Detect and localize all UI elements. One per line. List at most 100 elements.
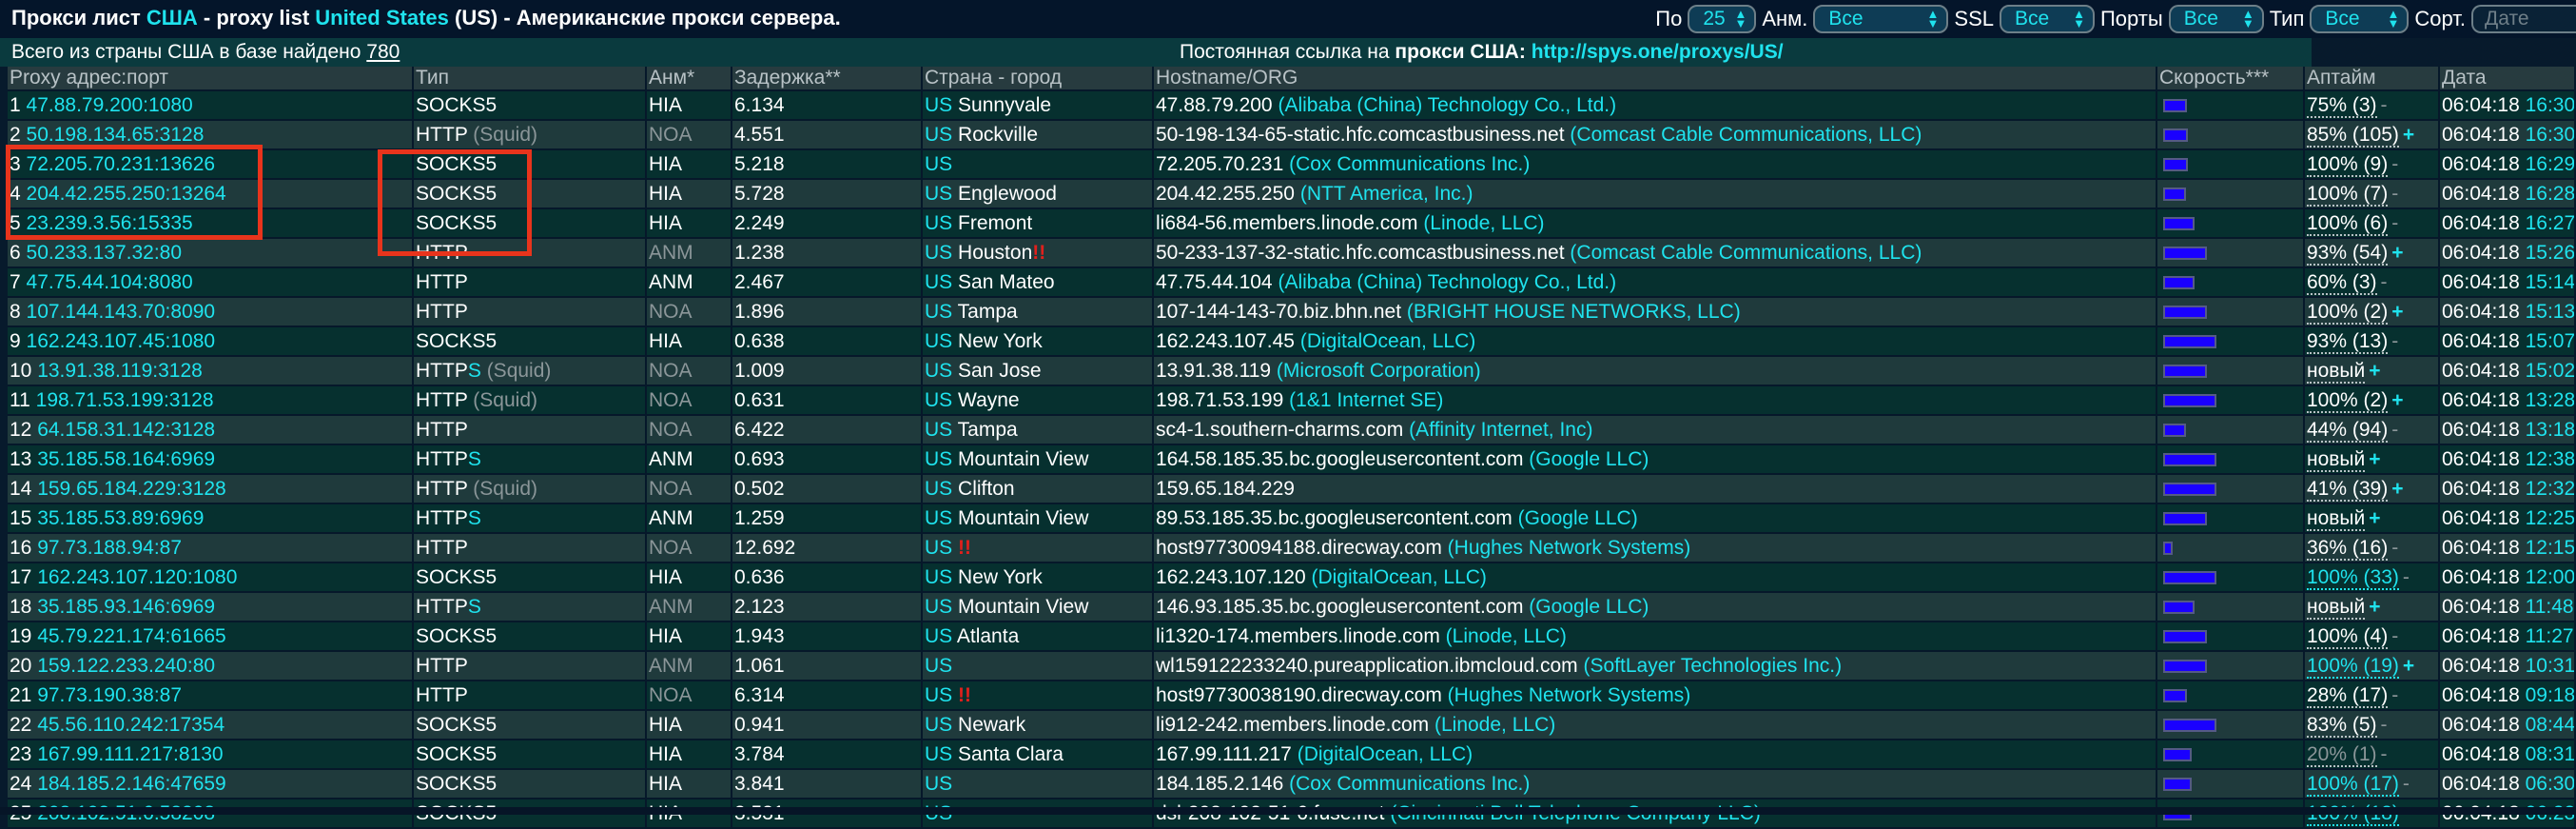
uptime-toggle[interactable]: + <box>2369 507 2380 529</box>
country-code[interactable]: US <box>925 242 952 264</box>
uptime-link[interactable]: новый <box>2307 506 2366 531</box>
uptime-link[interactable]: 100% (7) <box>2307 182 2389 207</box>
uptime-toggle[interactable]: - <box>2403 773 2410 795</box>
uptime-link[interactable]: 100% (17) <box>2307 772 2399 797</box>
col-date[interactable]: Дата <box>2440 67 2576 91</box>
type-select[interactable]: Все ▲ ▼ <box>2310 5 2410 33</box>
country-code[interactable]: US <box>925 212 952 234</box>
proxy-address[interactable]: 167.99.111.217:8130 <box>37 743 223 765</box>
country-code[interactable]: US <box>925 94 952 116</box>
country-code[interactable]: US <box>925 743 952 765</box>
uptime-link[interactable]: 100% (9) <box>2307 152 2389 177</box>
uptime-toggle[interactable]: + <box>2391 389 2403 411</box>
country-code[interactable]: US <box>925 478 952 500</box>
uptime-toggle[interactable]: - <box>2391 684 2398 706</box>
uptime-toggle[interactable]: + <box>2369 448 2380 470</box>
country-code[interactable]: US <box>925 301 952 323</box>
country-code[interactable]: US <box>925 271 952 293</box>
uptime-toggle[interactable]: - <box>2391 183 2398 205</box>
per-page-select[interactable]: 25 ▲ ▼ <box>1688 5 1757 33</box>
found-count-link[interactable]: 780 <box>366 41 400 63</box>
uptime-link[interactable]: 100% (19) <box>2307 654 2399 679</box>
uptime-toggle[interactable]: + <box>2369 360 2380 382</box>
country-code[interactable]: US <box>925 714 952 736</box>
permalink-url[interactable]: http://spys.one/proxys/US/ <box>1532 41 1784 63</box>
country-code[interactable]: US <box>925 566 952 588</box>
proxy-address[interactable]: 72.205.70.231:13626 <box>27 153 216 175</box>
uptime-toggle[interactable]: - <box>2391 419 2398 441</box>
uptime-link[interactable]: новый <box>2307 359 2366 384</box>
uptime-link[interactable]: 100% (2) <box>2307 300 2389 325</box>
uptime-toggle[interactable]: - <box>2381 714 2388 736</box>
proxy-address[interactable]: 198.71.53.199:3128 <box>36 389 214 411</box>
uptime-toggle[interactable]: - <box>2391 153 2398 175</box>
country-code[interactable]: US <box>925 124 952 146</box>
uptime-toggle[interactable]: - <box>2391 212 2398 234</box>
uptime-link[interactable]: 28% (17) <box>2307 683 2389 708</box>
uptime-toggle[interactable]: + <box>2391 478 2403 500</box>
country-code[interactable]: US <box>925 389 952 411</box>
proxy-address[interactable]: 64.158.31.142:3128 <box>37 419 215 441</box>
proxy-address[interactable]: 35.185.58.164:6969 <box>37 448 215 470</box>
uptime-link[interactable]: новый <box>2307 595 2366 620</box>
uptime-link[interactable]: 41% (39) <box>2307 477 2389 502</box>
country-code[interactable]: US <box>925 684 952 706</box>
proxy-address[interactable]: 50.198.134.65:3128 <box>27 124 205 146</box>
country-code[interactable]: US <box>925 183 952 205</box>
uptime-link[interactable]: 83% (5) <box>2307 713 2377 738</box>
uptime-toggle[interactable]: + <box>2391 301 2403 323</box>
ssl-select[interactable]: Все ▲ ▼ <box>1999 5 2095 33</box>
uptime-link[interactable]: 20% (1) <box>2307 742 2377 767</box>
uptime-toggle[interactable]: - <box>2381 94 2388 116</box>
uptime-link[interactable]: 100% (6) <box>2307 211 2389 236</box>
country-code[interactable]: US <box>925 507 952 529</box>
proxy-address[interactable]: 45.56.110.242:17354 <box>37 714 224 736</box>
country-code[interactable]: US <box>925 537 952 559</box>
uptime-link[interactable]: 36% (16) <box>2307 536 2389 561</box>
country-code[interactable]: US <box>925 419 952 441</box>
uptime-toggle[interactable]: - <box>2381 743 2388 765</box>
proxy-address[interactable]: 159.122.233.240:80 <box>37 655 215 677</box>
uptime-link[interactable]: 60% (3) <box>2307 270 2377 295</box>
uptime-toggle[interactable]: - <box>2381 271 2388 293</box>
col-anm[interactable]: Анм* <box>647 67 732 91</box>
proxy-address[interactable]: 97.73.188.94:87 <box>37 537 182 559</box>
uptime-toggle[interactable]: + <box>2369 596 2380 618</box>
country-code[interactable]: US <box>925 330 952 352</box>
uptime-link[interactable]: 100% (4) <box>2307 624 2389 649</box>
col-proxy[interactable]: Proxy адрес:порт <box>8 67 414 91</box>
proxy-address[interactable]: 47.75.44.104:8080 <box>27 271 193 293</box>
country-code[interactable]: US <box>925 773 952 795</box>
proxy-address[interactable]: 45.79.221.174:61665 <box>37 625 226 647</box>
country-code[interactable]: US <box>925 448 952 470</box>
uptime-link[interactable]: 100% (2) <box>2307 388 2389 413</box>
ports-select[interactable]: Все ▲ ▼ <box>2168 5 2264 33</box>
uptime-toggle[interactable]: - <box>2403 566 2410 588</box>
proxy-address[interactable]: 50.233.137.32:80 <box>27 242 183 264</box>
uptime-toggle[interactable]: - <box>2391 625 2398 647</box>
proxy-address[interactable]: 23.239.3.56:15335 <box>27 212 193 234</box>
country-code[interactable]: US <box>925 596 952 618</box>
proxy-address[interactable]: 162.243.107.45:1080 <box>27 330 216 352</box>
uptime-link[interactable]: 75% (3) <box>2307 93 2377 118</box>
uptime-link[interactable]: 93% (54) <box>2307 241 2389 266</box>
uptime-link[interactable]: 93% (13) <box>2307 329 2389 354</box>
country-code[interactable]: US <box>925 625 952 647</box>
proxy-address[interactable]: 204.42.255.250:13264 <box>27 183 226 205</box>
uptime-toggle[interactable]: - <box>2391 330 2398 352</box>
proxy-address[interactable]: 107.144.143.70:8090 <box>27 301 216 323</box>
uptime-toggle[interactable]: + <box>2403 124 2414 146</box>
col-hostname-org[interactable]: Hostname/ORG <box>1154 67 2157 91</box>
uptime-link[interactable]: новый <box>2307 447 2366 472</box>
country-code[interactable]: US <box>925 655 952 677</box>
uptime-toggle[interactable]: + <box>2403 655 2414 677</box>
proxy-address[interactable]: 159.65.184.229:3128 <box>37 478 226 500</box>
country-code[interactable]: US <box>925 360 952 382</box>
col-country-city[interactable]: Страна - город <box>923 67 1154 91</box>
proxy-address[interactable]: 35.185.53.89:6969 <box>37 507 204 529</box>
uptime-link[interactable]: 85% (105) <box>2307 123 2399 148</box>
uptime-toggle[interactable]: + <box>2391 242 2403 264</box>
proxy-address[interactable]: 184.185.2.146:47659 <box>37 773 226 795</box>
country-link[interactable]: США <box>146 6 198 30</box>
proxy-address[interactable]: 35.185.93.146:6969 <box>37 596 215 618</box>
